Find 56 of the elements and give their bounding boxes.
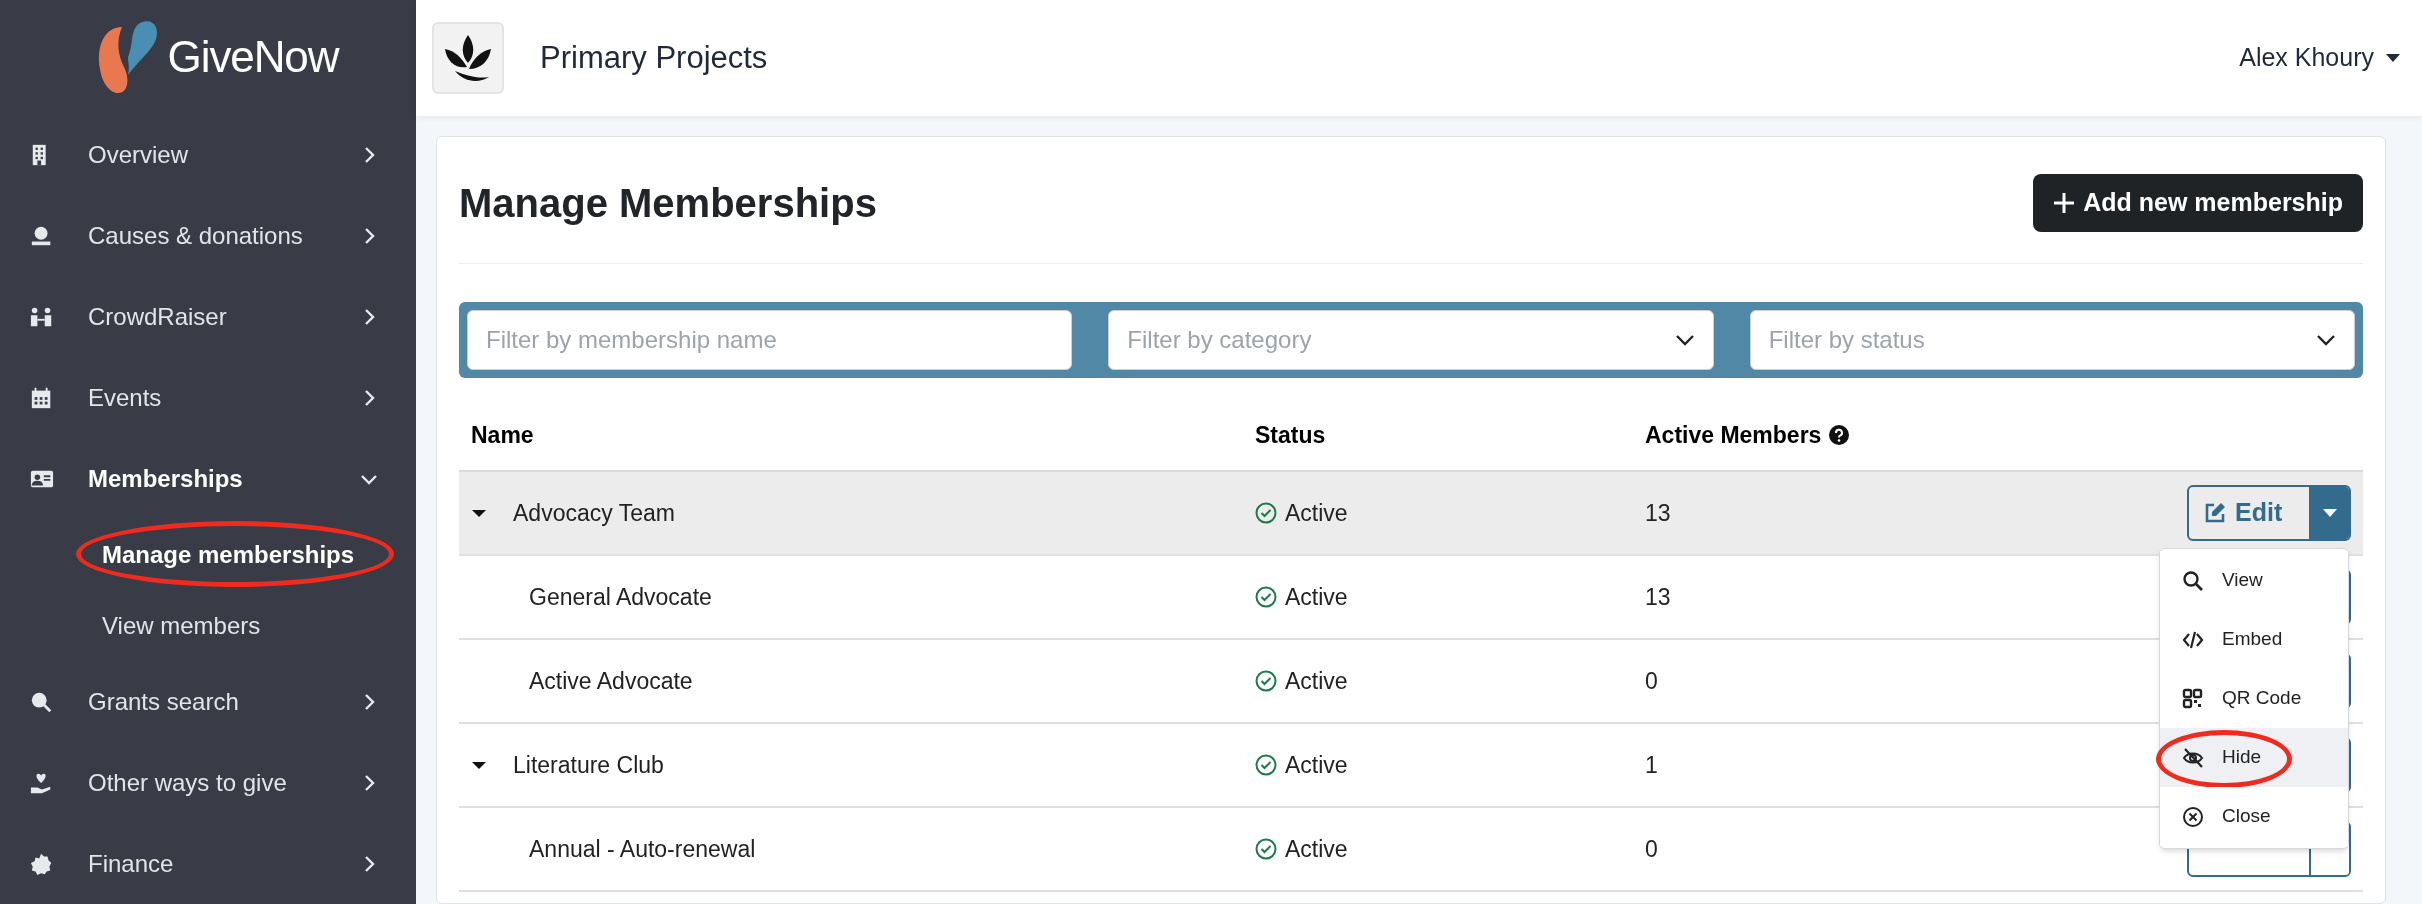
member-count: 13 xyxy=(1645,498,1671,528)
status-text: Active xyxy=(1285,834,1348,864)
dropdown-toggle[interactable] xyxy=(2309,487,2349,539)
menu-item[interactable]: View xyxy=(2160,551,2348,610)
menu-item[interactable]: Embed xyxy=(2160,610,2348,669)
sidebar-item[interactable]: CrowdRaiser xyxy=(0,276,416,357)
column-header: Name xyxy=(471,420,534,450)
search-icon xyxy=(2182,569,2204,592)
eye-slash-icon xyxy=(2182,746,2204,769)
status-text: Active xyxy=(1285,750,1348,780)
menu-item[interactable]: Close xyxy=(2160,787,2348,846)
add-membership-button[interactable]: Add new membership xyxy=(2033,174,2363,232)
sidebar-item[interactable]: Memberships xyxy=(0,438,416,519)
sidebar-subitem[interactable]: View members xyxy=(102,607,261,644)
brand-name: GiveNow xyxy=(167,31,339,83)
sidebar-item[interactable]: Other ways to give xyxy=(0,742,416,823)
user-menu[interactable]: Alex Khoury xyxy=(2239,39,2400,77)
member-count: 1 xyxy=(1645,750,1658,780)
filter-input[interactable]: Filter by membership name xyxy=(467,310,1073,370)
status-text: Active xyxy=(1285,582,1348,612)
column-header: Active Members xyxy=(1645,420,1822,450)
membership-name: Active Advocate xyxy=(529,666,693,696)
status-text: Active xyxy=(1285,666,1348,696)
check-circle-icon xyxy=(1255,670,1277,692)
check-circle-icon xyxy=(1255,754,1277,776)
edit-icon xyxy=(2203,501,2227,525)
membership-name: Literature Club xyxy=(513,750,664,780)
edit-button[interactable]: Edit xyxy=(2189,487,2309,539)
chevron-down-icon xyxy=(1674,334,1695,346)
sidebar-item[interactable]: Causes & donations xyxy=(0,195,416,276)
member-count: 0 xyxy=(1645,666,1658,696)
split-button[interactable]: Edit xyxy=(2187,485,2351,541)
member-count: 13 xyxy=(1645,582,1671,612)
sidebar-item[interactable]: Finance xyxy=(0,823,416,904)
caret-down-icon xyxy=(2386,54,2400,62)
close-circle-icon xyxy=(2182,805,2204,828)
plus-icon xyxy=(2053,192,2076,214)
menu-item[interactable]: QR Code xyxy=(2160,669,2348,728)
status-text: Active xyxy=(1285,498,1348,528)
membership-name: General Advocate xyxy=(529,582,712,612)
sidebar-item[interactable]: Events xyxy=(0,357,416,438)
caret-down-icon xyxy=(2323,509,2337,517)
sidebar-item[interactable]: Grants search xyxy=(0,661,416,742)
sidebar-item[interactable]: Overview xyxy=(0,114,416,195)
column-header: Status xyxy=(1255,420,1326,450)
member-count: 0 xyxy=(1645,834,1658,864)
chevron-down-icon xyxy=(2316,334,2336,346)
organization-name: Primary Projects xyxy=(540,38,768,77)
qr-code-icon xyxy=(2182,687,2204,710)
check-circle-icon xyxy=(1255,586,1277,608)
check-circle-icon xyxy=(1255,838,1277,860)
page-title: Manage Memberships xyxy=(459,180,877,227)
check-circle-icon xyxy=(1255,502,1277,524)
membership-name: Annual - Auto-renewal xyxy=(529,834,756,864)
sidebar-subitem[interactable]: Manage memberships xyxy=(102,536,355,573)
membership-name: Advocacy Team xyxy=(513,498,675,528)
